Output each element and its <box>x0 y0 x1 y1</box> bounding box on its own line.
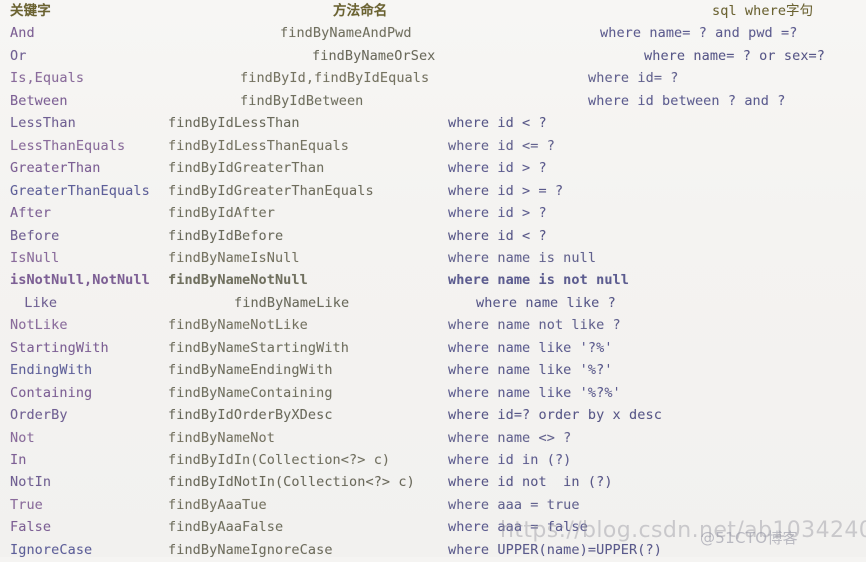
table-row: LessThanEquals findByIdLessThanEquals wher… <box>0 136 866 159</box>
cell-method: findByIdGreaterThanEquals <box>168 182 374 199</box>
cell-method: findByNameContaining <box>168 384 333 401</box>
column-header-sql: sql where字句 <box>712 3 814 19</box>
cell-method: findByIdGreaterThan <box>168 160 325 177</box>
cell-method: findByNameAndPwd <box>280 25 412 42</box>
cell-sql: where id < ? <box>448 227 547 244</box>
cell-method: findByNameNotLike <box>168 317 308 334</box>
cell-sql: where name like ? <box>476 294 616 311</box>
table-header-row: 关键字 方法命名 sql where字句 <box>0 1 866 24</box>
table-row: Between findByIdBetween where id between ?… <box>0 91 866 114</box>
cell-method: findByIdAfter <box>168 205 275 222</box>
cell-sql: where id not in (?) <box>448 474 613 491</box>
table-row: Before findByIdBefore where id < ? <box>0 226 866 249</box>
cell-sql: where id <= ? <box>448 137 555 154</box>
table-row: NotIn findByIdNotIn(Collection<?> c) where… <box>0 472 866 495</box>
cell-keyword: EndingWith <box>10 362 93 379</box>
cell-sql: where id > ? <box>448 205 547 222</box>
cell-method: findByIdOrderByXDesc <box>168 407 333 424</box>
table-row: OrderBy findByIdOrderByXDesc where id=? or… <box>0 405 866 428</box>
table-row: IgnoreCase findByNameIgnoreCase where UPPE… <box>0 540 866 562</box>
cell-sql: where id between ? and ? <box>588 92 786 109</box>
cell-method: findByNameIsNull <box>168 249 300 266</box>
cell-method: findByNameNotNull <box>168 272 308 289</box>
cell-method: findByIdBefore <box>168 227 284 244</box>
cell-method: findByIdLessThan <box>168 115 300 132</box>
table-row: NotLike findByNameNotLike where name not l… <box>0 315 866 338</box>
cell-method: findByAaaFalse <box>168 519 284 536</box>
table-row: IsNull findByNameIsNull where name is null <box>0 248 866 271</box>
cell-keyword: StartingWith <box>10 339 109 356</box>
cell-method: findByNameStartingWith <box>168 339 350 356</box>
table-row: EndingWith findByNameEndingWith where name… <box>0 360 866 383</box>
column-header-keyword: 关键字 <box>10 3 51 19</box>
cell-keyword: Or <box>10 47 27 64</box>
cell-keyword: And <box>10 25 35 42</box>
cell-sql: where name= ? or sex=? <box>644 47 826 64</box>
table-row: StartingWith findByNameStartingWith where … <box>0 338 866 361</box>
column-header-method: 方法命名 <box>333 3 388 19</box>
table-row: Is,Equals findById,findByIdEquals where id… <box>0 68 866 91</box>
cell-sql: where name like '%?%' <box>448 384 621 401</box>
cell-keyword: In <box>10 452 27 468</box>
cell-keyword: Between <box>10 92 68 109</box>
cell-sql: where name not like ? <box>448 317 621 334</box>
cell-method: findByIdNotIn(Collection<?> c) <box>168 474 415 491</box>
cell-sql: where id=? order by x desc <box>448 407 662 424</box>
table-row: LessThan findByIdLessThan where id < ? <box>0 113 866 136</box>
cell-keyword: LessThanEquals <box>10 137 126 154</box>
cell-keyword: Not <box>10 429 35 446</box>
cell-keyword: True <box>10 496 43 513</box>
cell-keyword: GreaterThanEquals <box>10 182 150 199</box>
table-row: Containing findByNameContaining where name… <box>0 383 866 406</box>
cell-sql: where aaa = false <box>448 519 588 536</box>
cell-sql: where name <> ? <box>448 429 572 446</box>
cell-keyword: After <box>10 205 52 222</box>
cell-keyword: Before <box>10 227 60 244</box>
cell-method: findByAaaTue <box>168 496 267 513</box>
table-row: GreaterThan findByIdGreaterThan where id >… <box>0 158 866 181</box>
cell-sql: where id= ? <box>588 70 679 87</box>
cell-keyword: NotLike <box>10 317 68 334</box>
cell-keyword: Is,Equals <box>10 70 85 87</box>
table-row: False findByAaaFalse where aaa = false <box>0 517 866 540</box>
table-row: In findByIdIn(Collection<?> c) where id in… <box>0 450 866 473</box>
cell-method: findById,findByIdEquals <box>240 70 430 87</box>
cell-method: findByIdBetween <box>240 92 364 109</box>
cell-keyword: Like <box>16 294 58 311</box>
cell-method: findByNameOrSex <box>312 47 436 64</box>
table-row: GreaterThanEquals findByIdGreaterThanEqua… <box>0 181 866 204</box>
cell-keyword: OrderBy <box>10 407 68 424</box>
table-row: Not findByNameNot where name <> ? <box>0 428 866 451</box>
cell-sql: where id > ? <box>448 160 547 177</box>
cell-sql: where name like '?%' <box>448 339 613 356</box>
cell-keyword: IsNull <box>10 249 60 266</box>
cell-sql: where aaa = true <box>448 496 580 513</box>
cell-method: findByNameNot <box>168 429 275 446</box>
cell-method: findByNameEndingWith <box>168 362 333 379</box>
cell-sql: where name like '%?' <box>448 362 613 379</box>
cell-sql: where name is null <box>448 249 597 266</box>
table-row: Or findByNameOrSex where name= ? or sex=? <box>0 46 866 69</box>
cell-method: findByIdLessThanEquals <box>168 137 350 154</box>
cell-keyword: Containing <box>10 384 93 401</box>
cell-sql: where name is not null <box>448 272 630 289</box>
cell-method: findByNameLike <box>234 294 350 311</box>
table-row: Like findByNameLike where name like ? <box>0 293 866 316</box>
keyword-reference-table: 关键字 方法命名 sql where字句 And findByNameAndPwd whe… <box>0 0 866 558</box>
cell-keyword: isNotNull,NotNull <box>10 272 150 289</box>
cell-keyword: NotIn <box>10 474 52 491</box>
cell-keyword: GreaterThan <box>10 160 101 177</box>
cell-keyword: LessThan <box>10 115 76 132</box>
cell-sql: where id in (?) <box>448 452 572 468</box>
table-row: isNotNull,NotNull findByNameNotNull where … <box>0 270 866 293</box>
cell-sql: where name= ? and pwd =? <box>600 25 798 42</box>
cell-keyword: False <box>10 519 52 536</box>
table-row: And findByNameAndPwd where name= ? and pwd… <box>0 23 866 46</box>
cell-sql: where id > = ? <box>448 182 564 199</box>
table-row: True findByAaaTue where aaa = true <box>0 495 866 518</box>
cell-method: findByIdIn(Collection<?> c) <box>168 452 391 468</box>
table-row: After findByIdAfter where id > ? <box>0 203 866 226</box>
cell-sql: where id < ? <box>448 115 547 132</box>
